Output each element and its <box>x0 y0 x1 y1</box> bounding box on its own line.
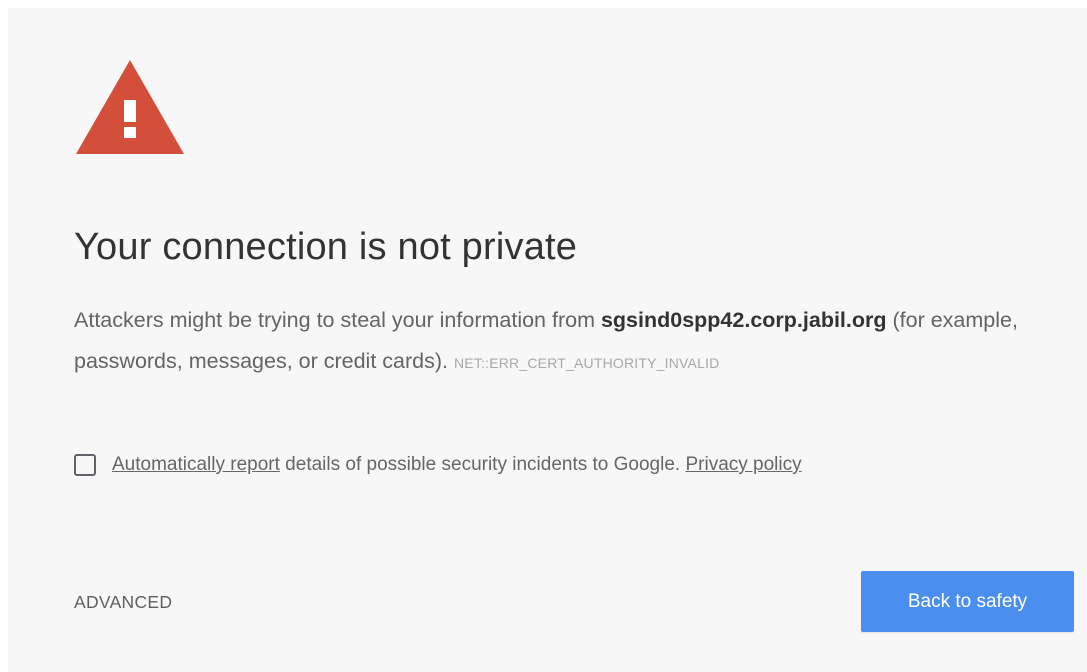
report-description: details of possible security incidents t… <box>279 454 686 475</box>
report-text: Automatically report details of possible… <box>112 454 802 476</box>
host-name: sgsind0spp42.corp.jabil.org <box>600 308 887 332</box>
exclamation-bar <box>124 100 136 122</box>
automatically-report-link[interactable]: Automatically report <box>112 454 280 475</box>
page-title: Your connection is not private <box>74 226 578 268</box>
advanced-button[interactable]: ADVANCED <box>74 592 172 613</box>
back-to-safety-button[interactable]: Back to safety <box>861 571 1074 632</box>
report-checkbox[interactable] <box>74 454 96 476</box>
warning-icon <box>76 60 184 154</box>
error-message: Attackers might be trying to steal your … <box>74 300 1079 384</box>
error-code: NET::ERR_CERT_AUTHORITY_INVALID <box>453 355 720 371</box>
privacy-policy-link[interactable]: Privacy policy <box>685 454 801 475</box>
interstitial-page: Your connection is not private Attackers… <box>8 8 1087 672</box>
report-option: Automatically report details of possible… <box>74 450 802 480</box>
message-prefix: Attackers might be trying to steal your … <box>74 308 601 332</box>
exclamation-dot <box>124 127 136 138</box>
